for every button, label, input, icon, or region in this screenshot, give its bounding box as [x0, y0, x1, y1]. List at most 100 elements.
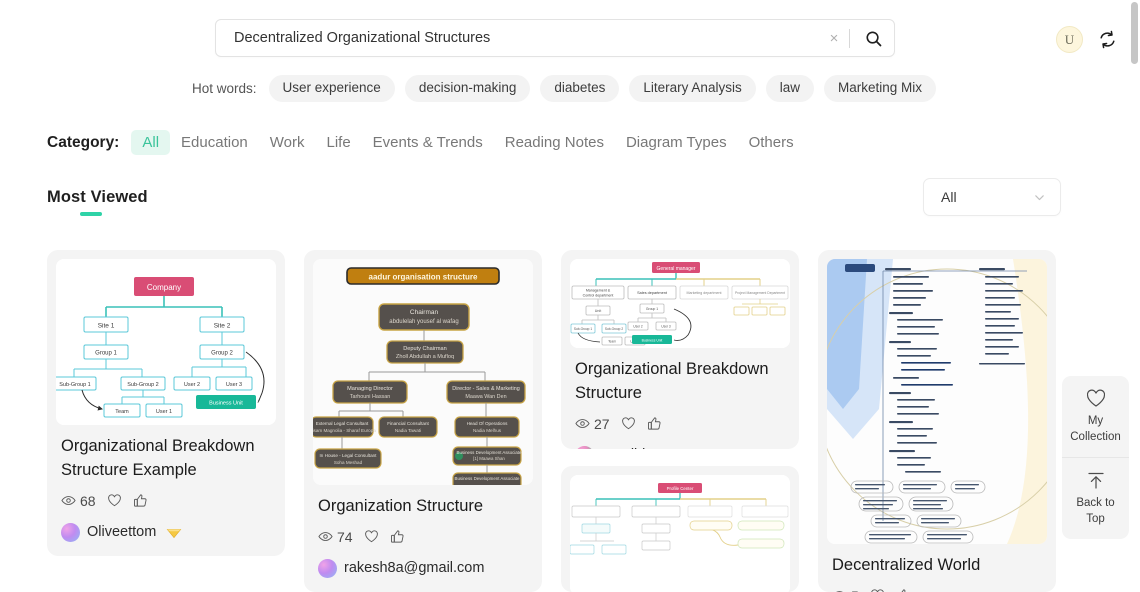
- thumbs-up-icon: [901, 589, 906, 592]
- category-item-events-trends[interactable]: Events & Trends: [362, 130, 494, 155]
- category-item-all[interactable]: All: [131, 130, 171, 155]
- hot-word-chip[interactable]: Marketing Mix: [823, 75, 936, 102]
- svg-text:[1] Maawa Shan: [1] Maawa Shan: [473, 456, 505, 461]
- back-to-top-label-line2: Top: [1086, 512, 1105, 525]
- like-button[interactable]: [870, 588, 885, 592]
- hot-words-label: Hot words:: [191, 80, 257, 96]
- svg-text:Unit: Unit: [595, 309, 601, 313]
- category-item-life[interactable]: Life: [315, 130, 361, 155]
- card-author[interactable]: 74 Kiid: [575, 445, 785, 450]
- result-card[interactable]: Decentralized World 5: [818, 250, 1056, 592]
- card-thumbnail[interactable]: aadur organisation structure Chairman ab…: [313, 259, 533, 485]
- scrollbar-thumb[interactable]: [1131, 2, 1138, 64]
- card-title[interactable]: Decentralized World: [832, 554, 1042, 578]
- category-label: Category:: [47, 133, 120, 151]
- sort-filter-select[interactable]: All: [923, 178, 1061, 216]
- category-item-diagram-types[interactable]: Diagram Types: [615, 130, 738, 155]
- card-body: Organization Structure 74 rakesh8a@gmail…: [313, 485, 533, 578]
- category-row: Category: All Education Work Life Events…: [47, 130, 805, 155]
- hot-word-chip[interactable]: decision-making: [404, 75, 531, 102]
- heart-icon: [107, 494, 121, 507]
- svg-text:Group 1: Group 1: [646, 307, 658, 311]
- card-stats: 68: [61, 493, 271, 509]
- org-chart-dark-gold-thumb: aadur organisation structure Chairman ab…: [313, 259, 533, 485]
- author-avatar: [61, 522, 80, 542]
- category-item-education[interactable]: Education: [170, 130, 259, 155]
- hot-word-chip[interactable]: diabetes: [540, 75, 620, 102]
- arrow-up-icon: [1066, 471, 1125, 490]
- category-item-work[interactable]: Work: [259, 130, 316, 155]
- card-title[interactable]: Organization Structure: [318, 495, 528, 519]
- card-stats: 27: [575, 416, 785, 432]
- category-item-reading-notes[interactable]: Reading Notes: [494, 130, 615, 155]
- avatar-initial: U: [1064, 31, 1075, 47]
- card-thumbnail[interactable]: [827, 259, 1047, 544]
- thumbs-up-button[interactable]: [896, 588, 911, 592]
- svg-text:Sub-Group 1: Sub-Group 1: [59, 382, 91, 388]
- svg-text:Marketing department: Marketing department: [687, 291, 722, 295]
- hot-word-chip[interactable]: law: [765, 75, 814, 102]
- svg-text:Wisam Magnolia - Sharaf Europa: Wisam Magnolia - Sharaf Europa: [313, 428, 376, 433]
- my-collection-button[interactable]: My Collection: [1062, 376, 1129, 457]
- user-avatar[interactable]: U: [1056, 26, 1083, 53]
- card-thumbnail[interactable]: General manager Management & Control dep…: [570, 259, 790, 348]
- eye-icon: [575, 419, 590, 429]
- result-card[interactable]: Profile Center: [561, 466, 799, 592]
- card-author[interactable]: Oliveettom: [61, 522, 271, 542]
- card-thumbnail[interactable]: Profile Center: [570, 475, 790, 592]
- thumbs-up-button[interactable]: [133, 493, 148, 508]
- result-card[interactable]: General manager Management & Control dep…: [561, 250, 799, 450]
- eye-icon: [318, 532, 333, 542]
- section-header: Most Viewed All: [47, 178, 1061, 216]
- like-button[interactable]: [107, 493, 122, 508]
- refresh-icon: [1099, 30, 1115, 48]
- svg-text:In House - Legal Consultant: In House - Legal Consultant: [320, 453, 378, 458]
- like-button[interactable]: [364, 529, 379, 544]
- heart-icon: [364, 530, 378, 543]
- search-submit-button[interactable]: [852, 20, 894, 56]
- card-title[interactable]: Organizational Breakdown Structure Examp…: [61, 435, 271, 483]
- heart-icon: [871, 589, 884, 592]
- card-body: Organizational Breakdown Structure Examp…: [56, 425, 276, 542]
- eye-icon: [837, 591, 842, 592]
- svg-text:Business Unit: Business Unit: [209, 401, 243, 407]
- chevron-down-icon: [1035, 194, 1044, 200]
- svg-text:Group 2: Group 2: [211, 351, 233, 357]
- grid-column: aadur organisation structure Chairman ab…: [304, 250, 542, 592]
- hot-word-chip[interactable]: User experience: [268, 75, 395, 102]
- results-grid: Company Site 1 Site 2 Group 1 Group 2 Su…: [47, 250, 1061, 592]
- svg-text:Team: Team: [608, 340, 616, 344]
- like-button[interactable]: [621, 416, 636, 431]
- vip-badge-icon: [166, 526, 182, 539]
- refresh-button[interactable]: [1094, 26, 1120, 52]
- page-scrollbar[interactable]: [1129, 0, 1140, 592]
- svg-text:Managing Director: Managing Director: [347, 386, 393, 392]
- card-thumbnail[interactable]: Company Site 1 Site 2 Group 1 Group 2 Su…: [56, 259, 276, 425]
- result-card[interactable]: Company Site 1 Site 2 Group 1 Group 2 Su…: [47, 250, 285, 556]
- category-item-others[interactable]: Others: [738, 130, 805, 155]
- back-to-top-button[interactable]: Back to Top: [1062, 457, 1129, 539]
- my-collection-label-line1: My: [1087, 415, 1104, 427]
- svg-text:Site 2: Site 2: [214, 323, 231, 330]
- thumbs-up-button[interactable]: [390, 529, 405, 544]
- floating-side-panel: My Collection Back to Top: [1062, 376, 1129, 540]
- view-count-value: 27: [594, 415, 610, 432]
- result-card[interactable]: aadur organisation structure Chairman ab…: [304, 250, 542, 592]
- svg-text:General manager: General manager: [657, 266, 696, 272]
- card-author[interactable]: rakesh8a@gmail.com: [318, 558, 528, 578]
- author-name: 74 Kiid: [601, 447, 645, 449]
- search-bar[interactable]: ×: [215, 19, 895, 57]
- section-title-wrap: Most Viewed: [47, 188, 148, 216]
- card-body: Organizational Breakdown Structure 27: [570, 348, 790, 450]
- svg-text:Company: Company: [147, 283, 181, 292]
- hot-words-row: Hot words: User experience decision-maki…: [0, 75, 1128, 102]
- card-title[interactable]: Organizational Breakdown Structure: [575, 358, 785, 406]
- search-divider: [849, 28, 850, 48]
- search-input[interactable]: [216, 30, 821, 46]
- section-active-underline: [80, 212, 102, 216]
- grid-column: General manager Management & Control dep…: [561, 250, 799, 592]
- thumbs-up-button[interactable]: [647, 416, 662, 431]
- hot-word-chip[interactable]: Literary Analysis: [629, 75, 756, 102]
- svg-text:User 2: User 2: [184, 382, 200, 388]
- search-clear-icon[interactable]: ×: [821, 25, 847, 51]
